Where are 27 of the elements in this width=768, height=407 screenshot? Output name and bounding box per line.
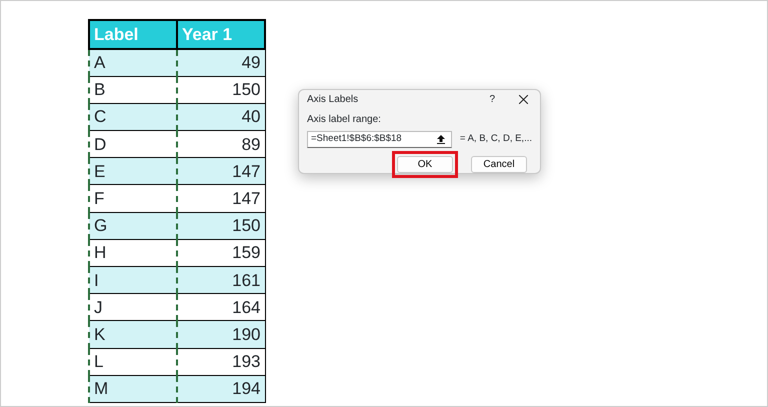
table-cell: 190 bbox=[177, 320, 265, 348]
field-label: Axis label range: bbox=[307, 113, 382, 127]
range-field[interactable]: =Sheet1!$B$6:$B$18 bbox=[307, 131, 452, 148]
table-cell: 193 bbox=[177, 348, 265, 376]
table-cell: 194 bbox=[177, 375, 265, 402]
column-header: Year 1 bbox=[177, 20, 265, 49]
dialog-button[interactable]: Cancel bbox=[471, 156, 527, 173]
table-cell: M bbox=[89, 375, 177, 402]
table-cell: A bbox=[89, 49, 177, 76]
table-cell: I bbox=[89, 266, 177, 294]
help-button[interactable]: ? bbox=[489, 92, 495, 106]
table-cell: C bbox=[89, 103, 177, 131]
table-cell: 40 bbox=[177, 103, 265, 131]
column-header: Label bbox=[89, 20, 177, 49]
table-cell: 49 bbox=[177, 49, 265, 76]
table-cell: G bbox=[89, 212, 177, 240]
table-cell: 147 bbox=[177, 184, 265, 212]
dialog-button[interactable]: OK bbox=[397, 156, 453, 173]
dialog-title: Axis Labels bbox=[307, 92, 358, 106]
table-cell: E bbox=[89, 158, 177, 185]
table-cell: 147 bbox=[177, 158, 265, 185]
table-cell: K bbox=[89, 320, 177, 348]
table-cell: 150 bbox=[177, 76, 265, 104]
table-cell: 161 bbox=[177, 266, 265, 294]
table-cell: 150 bbox=[177, 212, 265, 240]
close-icon[interactable] bbox=[519, 94, 528, 104]
preview-text: = A, B, C, D, E,... bbox=[460, 132, 532, 146]
